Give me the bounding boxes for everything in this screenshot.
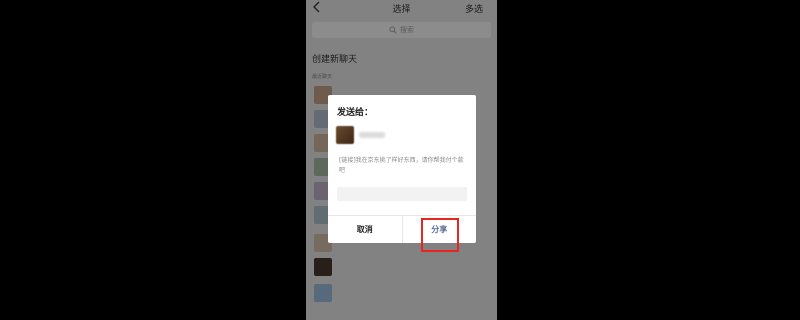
recipient — [336, 126, 385, 144]
highlight-box — [421, 218, 459, 252]
phone-screen: 选择 多选 搜索 创建新聊天 最近聊天 发送给： [链接]我在京东挑了样好东西，… — [306, 0, 497, 320]
avatar — [336, 126, 354, 144]
cancel-button[interactable]: 取消 — [328, 216, 403, 243]
dialog-title: 发送给： — [337, 108, 374, 118]
message-input[interactable] — [337, 187, 467, 201]
recipient-name-blurred — [359, 132, 385, 138]
shared-message: [链接]我在京东挑了样好东西，请你帮我付个款吧 — [339, 157, 464, 174]
